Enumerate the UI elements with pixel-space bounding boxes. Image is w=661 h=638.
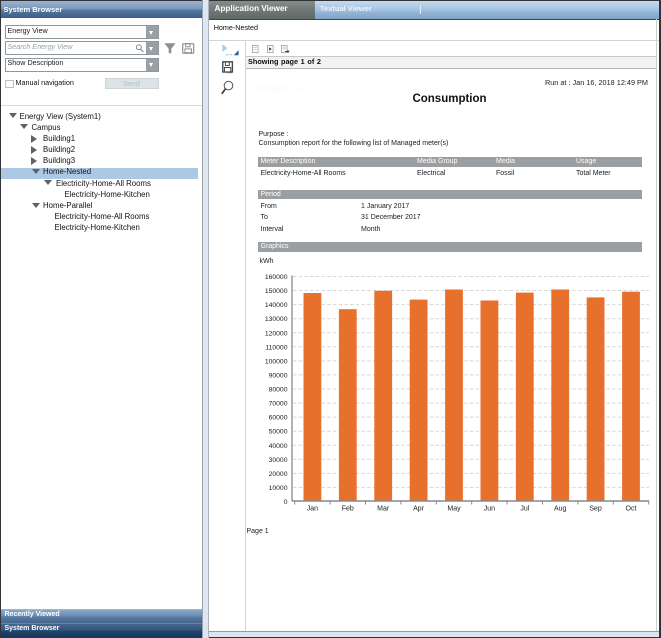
svg-text:90000: 90000 bbox=[269, 372, 288, 379]
svg-text:20000: 20000 bbox=[269, 471, 288, 478]
svg-text:Jan: Jan bbox=[307, 506, 318, 513]
svg-text:40000: 40000 bbox=[269, 443, 288, 450]
svg-text:70000: 70000 bbox=[269, 401, 288, 408]
svg-text:Oct: Oct bbox=[626, 506, 637, 513]
svg-text:160000: 160000 bbox=[265, 274, 288, 281]
svg-text:150000: 150000 bbox=[265, 288, 288, 295]
svg-text:Mar: Mar bbox=[377, 506, 390, 513]
svg-text:130000: 130000 bbox=[265, 316, 288, 323]
svg-text:0: 0 bbox=[284, 499, 288, 506]
svg-text:Feb: Feb bbox=[342, 506, 354, 513]
svg-text:Apr: Apr bbox=[413, 506, 425, 513]
svg-text:120000: 120000 bbox=[265, 330, 288, 337]
svg-text:60000: 60000 bbox=[269, 415, 288, 422]
svg-text:80000: 80000 bbox=[269, 387, 288, 394]
svg-text:May: May bbox=[447, 506, 461, 513]
svg-text:10000: 10000 bbox=[269, 485, 288, 492]
svg-text:50000: 50000 bbox=[269, 429, 288, 436]
svg-text:Sep: Sep bbox=[589, 506, 602, 513]
svg-text:100000: 100000 bbox=[265, 358, 288, 365]
svg-text:30000: 30000 bbox=[269, 457, 288, 464]
svg-text:Aug: Aug bbox=[554, 506, 567, 513]
svg-text:Jun: Jun bbox=[484, 506, 495, 513]
svg-text:140000: 140000 bbox=[265, 302, 288, 309]
svg-text:110000: 110000 bbox=[265, 344, 287, 351]
svg-text:Jul: Jul bbox=[520, 506, 529, 513]
